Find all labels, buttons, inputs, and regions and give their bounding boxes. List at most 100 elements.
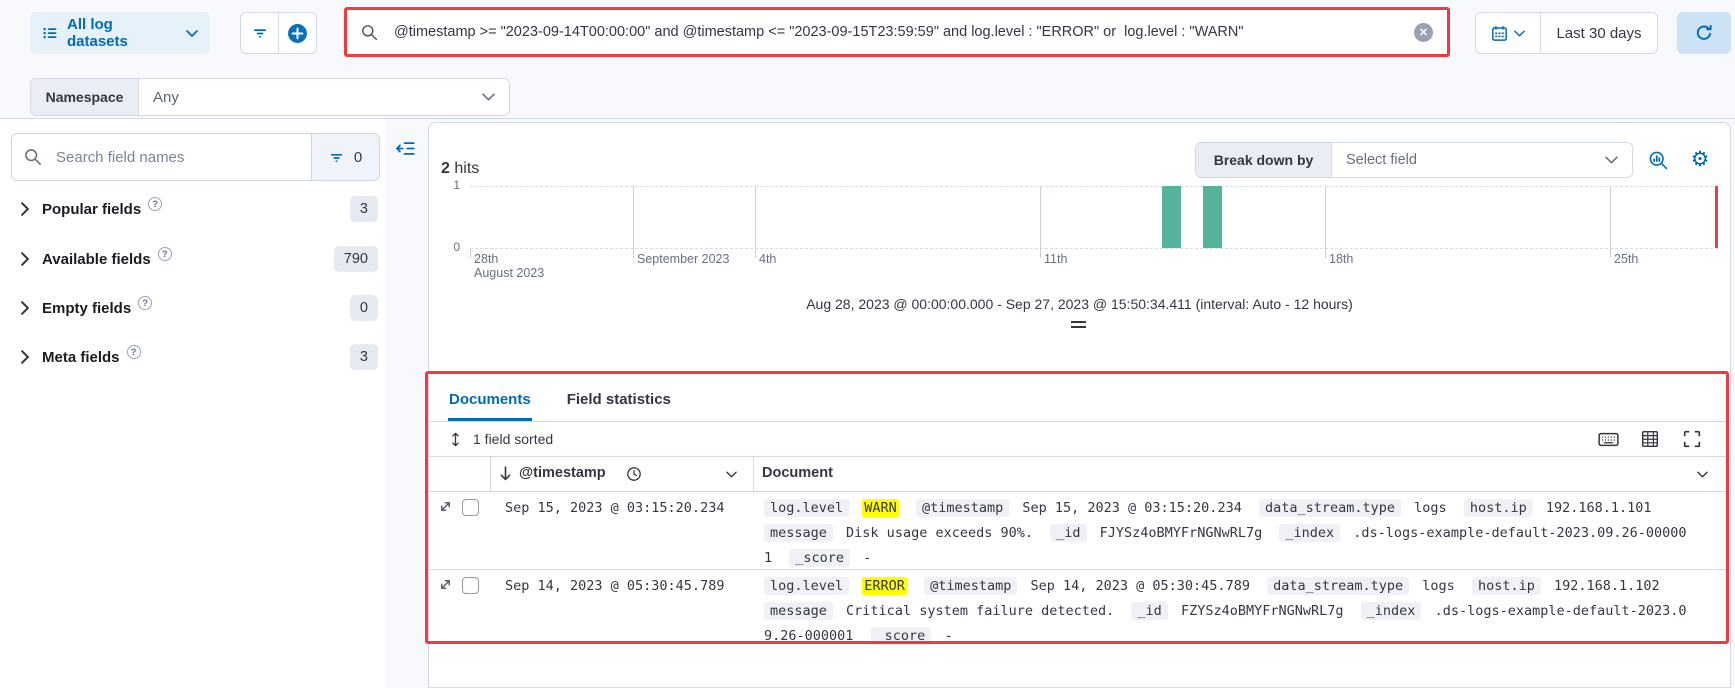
namespace-label: Namespace: [31, 79, 139, 115]
field-search-input[interactable]: Search field names: [12, 134, 311, 180]
gear-icon: ⚙: [1691, 149, 1710, 170]
column-header-timestamp[interactable]: @timestamp: [519, 465, 606, 481]
namespace-select[interactable]: Any: [139, 79, 509, 115]
row-checkbox[interactable]: [462, 499, 479, 516]
doc-field-chip: @timestamp: [916, 499, 1009, 517]
chevron-right-icon: [18, 301, 32, 315]
hits-number: 2: [441, 160, 450, 177]
column-separator: [490, 457, 491, 492]
collapse-sidebar-button[interactable]: [392, 135, 418, 161]
chevron-down-icon: [482, 93, 495, 101]
doc-field-chip: log.level: [764, 577, 849, 595]
doc-value: -: [863, 550, 871, 566]
sidebar-section-popular-fields[interactable]: Popular fields? 3: [0, 195, 385, 223]
doc-field-chip: message: [764, 602, 833, 620]
grid-toolbar: 1 field sorted: [429, 422, 1730, 456]
doc-field-chip: data_stream.type: [1267, 577, 1409, 595]
breakdown-select[interactable]: Select field: [1332, 143, 1632, 177]
document-line: 9.26-000001 _score -: [764, 624, 1719, 649]
expand-document-button[interactable]: [438, 499, 453, 519]
breakdown-control: Break down by Select field: [1195, 142, 1633, 178]
time-range-label[interactable]: Last 30 days: [1541, 13, 1657, 53]
document-column-menu-icon[interactable]: [1697, 471, 1708, 478]
field-search-placeholder: Search field names: [56, 149, 184, 166]
sort-desc-icon: [499, 466, 512, 481]
grid-display-icons: [1596, 427, 1704, 451]
field-search-box: Search field names 0: [11, 133, 380, 181]
clear-query-button[interactable]: ✕: [1414, 23, 1433, 42]
section-count-badge: 3: [350, 344, 378, 370]
resize-handle[interactable]: [1071, 321, 1086, 328]
doc-field-chip: host.ip: [1464, 499, 1533, 517]
hits-count: 2 hits: [441, 160, 479, 178]
search-icon: [24, 148, 42, 166]
tab-field-statistics[interactable]: Field statistics: [566, 377, 672, 421]
breakdown-label: Break down by: [1196, 143, 1332, 177]
results-tabbar: Documents Field statistics: [429, 377, 1730, 422]
sidebar-section-empty-fields[interactable]: Empty fields?0: [0, 294, 385, 322]
chart-bar[interactable]: [1162, 186, 1181, 248]
document-line: log.level WARN @timestamp Sep 15, 2023 @…: [764, 496, 1719, 521]
namespace-value: Any: [153, 89, 179, 106]
calendar-menu-button[interactable]: [1476, 13, 1541, 53]
doc-field-chip: log.level: [764, 499, 849, 517]
chart-gridline-bottom: [470, 248, 1718, 249]
doc-value: FZYSz4oBMYFrNGNwRL7g: [1181, 603, 1344, 619]
filter-icon: [252, 25, 268, 41]
question-icon: ?: [138, 296, 152, 310]
doc-field-chip: message: [764, 524, 833, 542]
chart-bar[interactable]: [1203, 186, 1222, 248]
row-checkbox[interactable]: [462, 577, 479, 594]
keyboard-shortcuts-button[interactable]: [1596, 427, 1620, 451]
query-input[interactable]: @timestamp >= "2023-09-14T00:00:00" and …: [347, 10, 1447, 54]
refresh-button[interactable]: [1677, 12, 1731, 54]
grid-header-row: @timestamp Document: [429, 457, 1730, 492]
x-axis-tick-label: 18th: [1329, 252, 1353, 266]
edit-visualization-button[interactable]: [1644, 146, 1672, 174]
doc-value: Sep 14, 2023 @ 05:30:45.789: [1031, 578, 1250, 594]
sidebar-section-available-fields[interactable]: Available fields?790: [0, 245, 385, 273]
filter-icon: [329, 150, 344, 165]
timestamp-cell: Sep 14, 2023 @ 05:30:45.789: [505, 574, 724, 599]
query-text[interactable]: @timestamp >= "2023-09-14T00:00:00" and …: [394, 24, 1414, 40]
doc-field-chip: data_stream.type: [1259, 499, 1401, 517]
doc-field-chip: _score: [789, 549, 850, 567]
filter-controls-group: [240, 12, 317, 54]
doc-value: Critical system failure detected.: [846, 603, 1114, 619]
section-count-badge: 3: [350, 196, 378, 222]
add-filter-button[interactable]: [278, 13, 316, 53]
document-cell: log.level ERROR @timestamp Sep 14, 2023 …: [764, 574, 1719, 649]
discover-logs-explorer: All log datasets @timestamp >= "2023-09-…: [0, 0, 1735, 688]
section-label: Popular fields?: [42, 201, 162, 218]
section-label: Available fields?: [42, 251, 172, 268]
lens-chart-icon: [1648, 150, 1669, 171]
sort-fields-button[interactable]: 1 field sorted: [448, 431, 553, 447]
column-header-document[interactable]: Document: [762, 465, 833, 481]
chevron-right-icon: [18, 252, 32, 266]
doc-value: .ds-logs-example-default-2023.09.26-0000…: [1353, 525, 1686, 541]
field-filter-count-button[interactable]: 0: [311, 134, 379, 180]
sort-status-label: 1 field sorted: [473, 431, 553, 447]
x-axis-tick-label: 11th: [1044, 252, 1067, 266]
y-axis-tick-label: 0: [438, 240, 460, 254]
fullscreen-icon: [1683, 430, 1701, 448]
timestamp-cell: Sep 15, 2023 @ 03:15:20.234: [505, 496, 724, 521]
display-options-button[interactable]: [1638, 427, 1662, 451]
filter-button[interactable]: [241, 13, 278, 53]
sidebar-section-meta-fields[interactable]: Meta fields?3: [0, 343, 385, 371]
dataset-selector-button[interactable]: All log datasets: [30, 12, 210, 54]
tab-documents[interactable]: Documents: [448, 377, 532, 421]
table-grid-icon: [1641, 430, 1659, 448]
document-line: log.level ERROR @timestamp Sep 14, 2023 …: [764, 574, 1719, 599]
chart-gridline-top: [470, 186, 1718, 187]
fullscreen-button[interactable]: [1680, 427, 1704, 451]
chart-axis-tick: [470, 248, 471, 258]
plus-circle-icon: [287, 23, 308, 44]
doc-value: .ds-logs-example-default-2023.0: [1435, 603, 1687, 619]
timestamp-column-menu-icon[interactable]: [726, 471, 737, 478]
field-filter-count: 0: [354, 149, 362, 166]
doc-field-chip: _index: [1361, 602, 1422, 620]
expand-document-button[interactable]: [438, 577, 453, 597]
chart-options-button[interactable]: ⚙: [1686, 145, 1714, 173]
hits-label: hits: [454, 160, 479, 177]
